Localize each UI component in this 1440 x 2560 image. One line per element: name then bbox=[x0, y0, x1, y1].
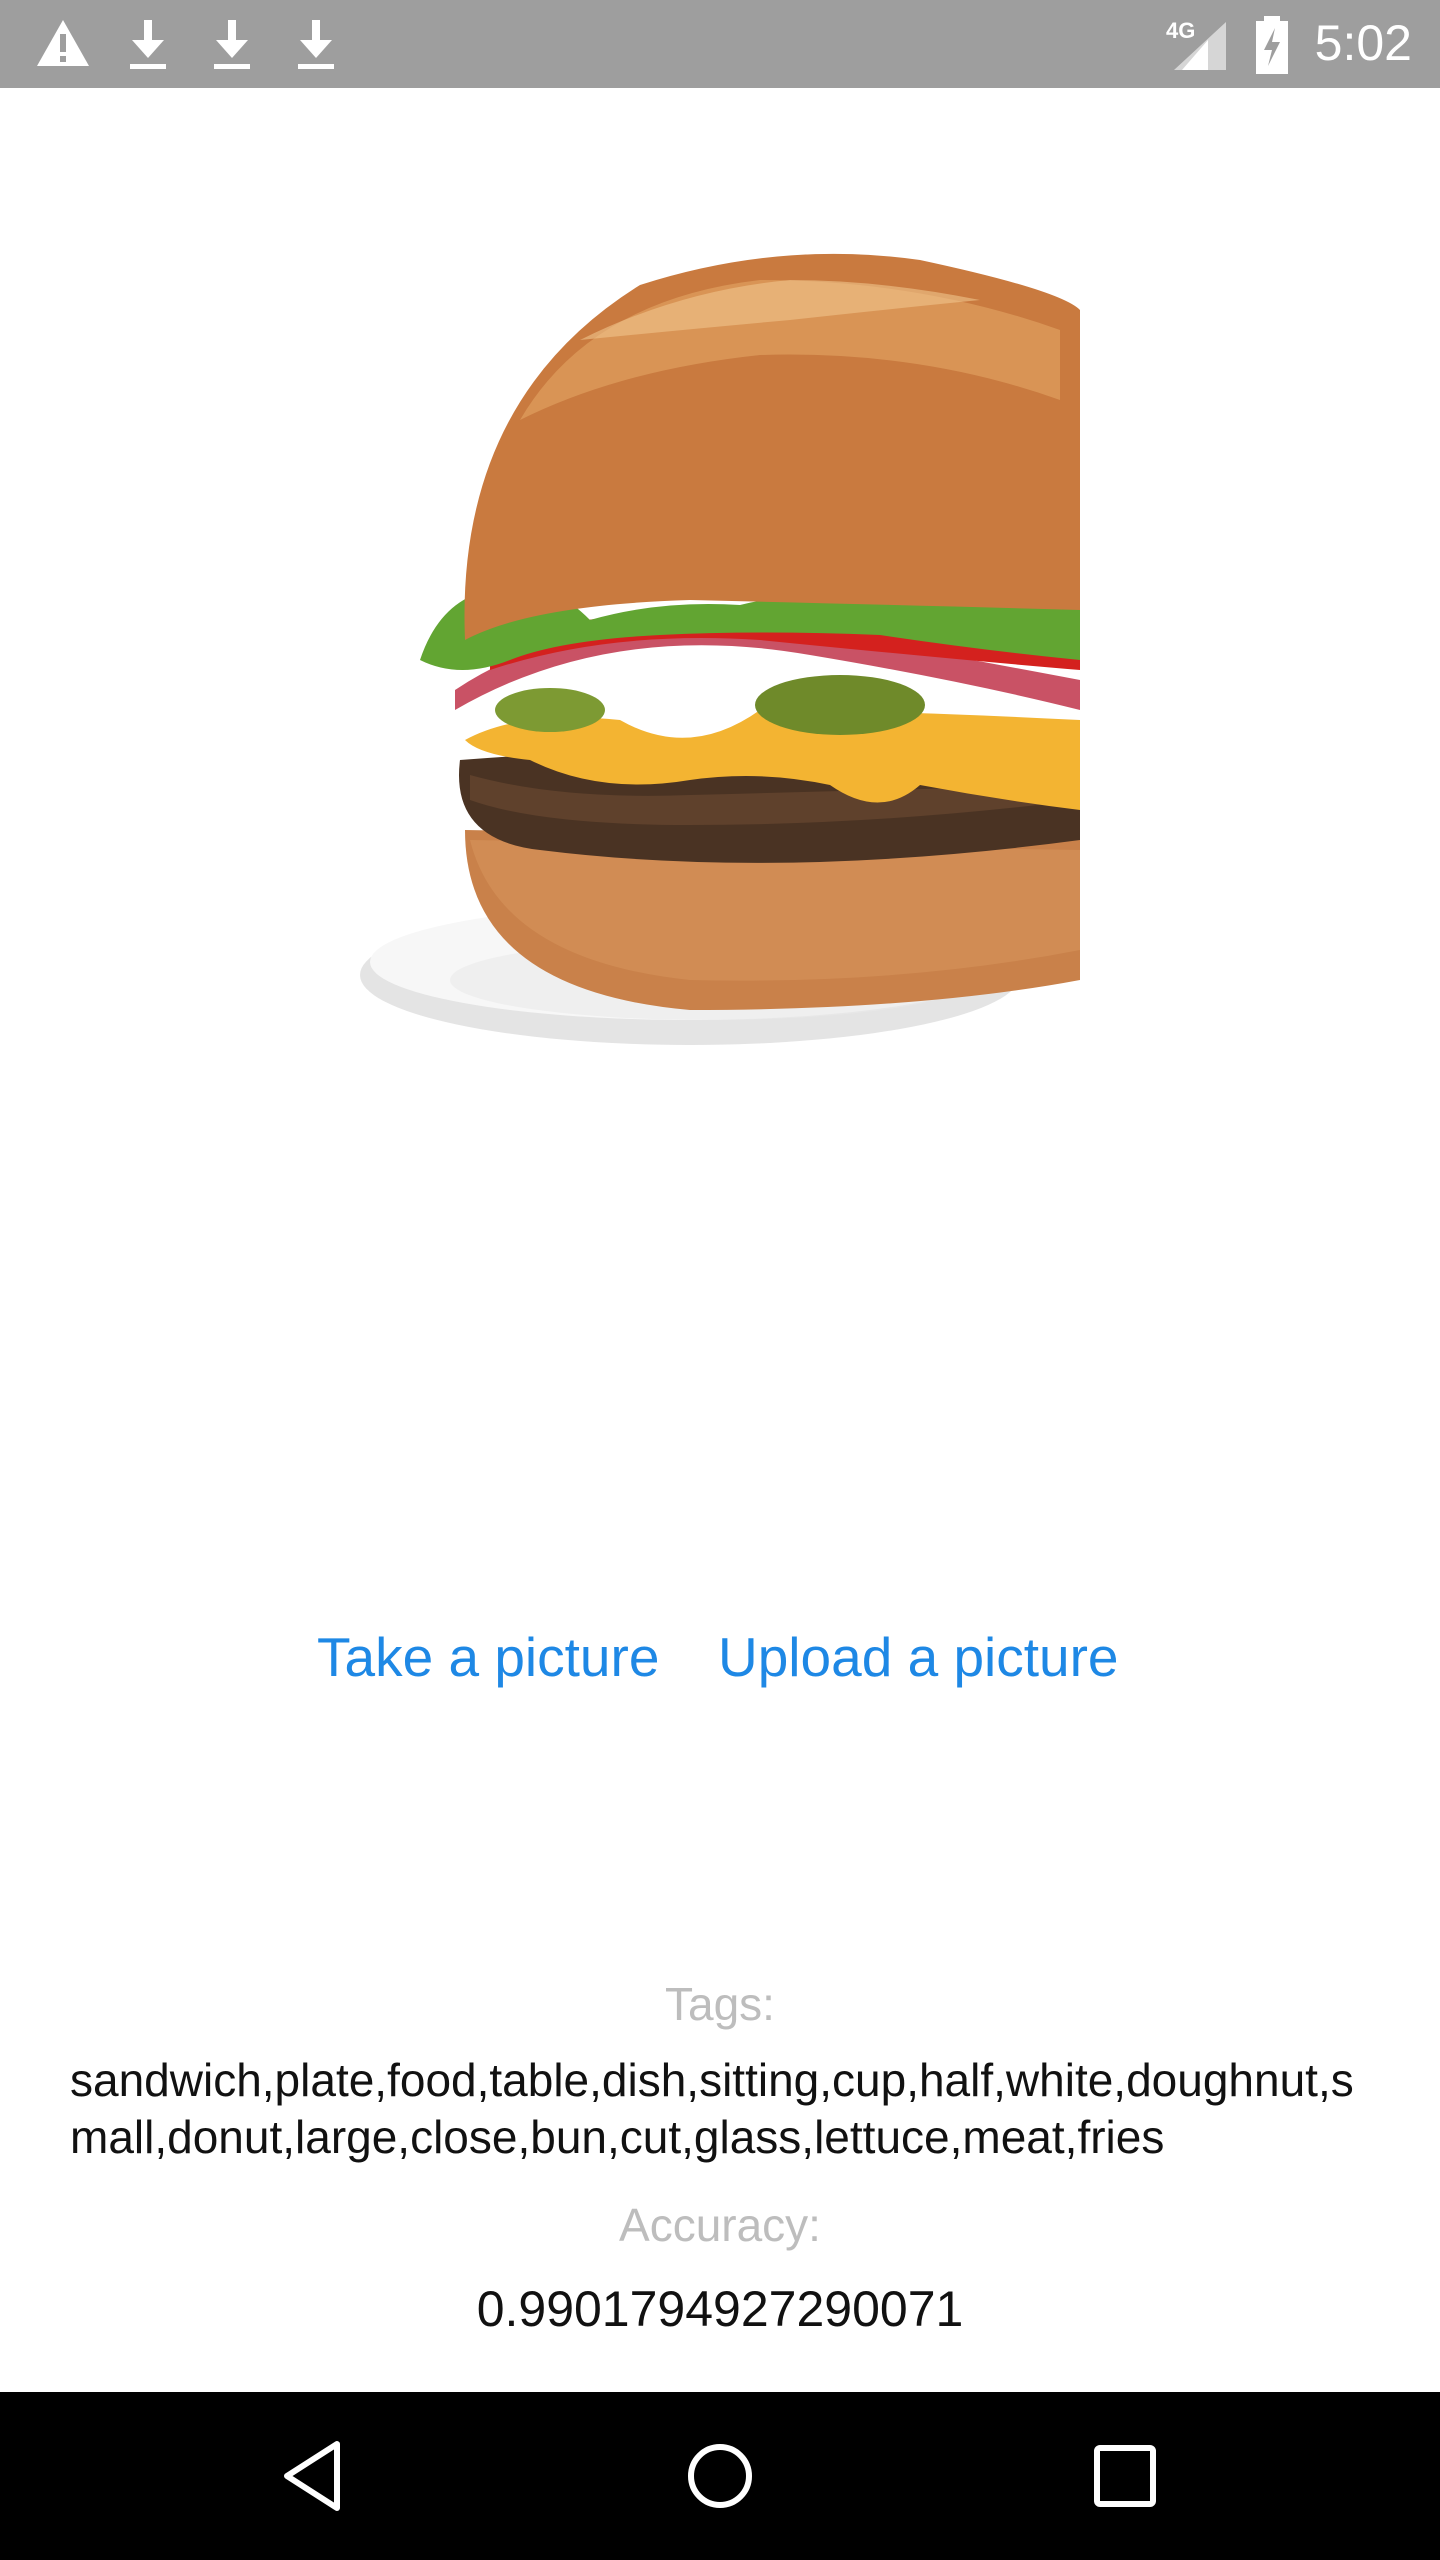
warning-icon bbox=[37, 20, 89, 66]
tags-label: Tags: bbox=[665, 1978, 775, 2030]
recents-icon[interactable] bbox=[1085, 2436, 1165, 2516]
battery-charging-icon bbox=[1256, 16, 1288, 74]
accuracy-value: 0.9901794927290071 bbox=[476, 2281, 964, 2337]
accuracy-label: Accuracy: bbox=[619, 2199, 821, 2251]
navigation-bar bbox=[0, 2392, 1440, 2560]
tags-value: sandwich,plate,food,table,dish,sitting,c… bbox=[70, 2054, 1354, 2163]
clock: 5:02 bbox=[1314, 15, 1412, 71]
home-icon[interactable] bbox=[680, 2436, 760, 2516]
download-icon bbox=[130, 20, 166, 69]
take-picture-button[interactable]: Take a picture bbox=[317, 1625, 659, 1689]
food-photo bbox=[360, 253, 1080, 1045]
signal-icon bbox=[1174, 22, 1226, 70]
download-icon bbox=[214, 20, 250, 69]
download-icon bbox=[298, 20, 334, 69]
back-icon[interactable] bbox=[275, 2436, 355, 2516]
upload-picture-button[interactable]: Upload a picture bbox=[718, 1625, 1119, 1689]
status-bar: 4G 5:02 bbox=[0, 0, 1440, 88]
